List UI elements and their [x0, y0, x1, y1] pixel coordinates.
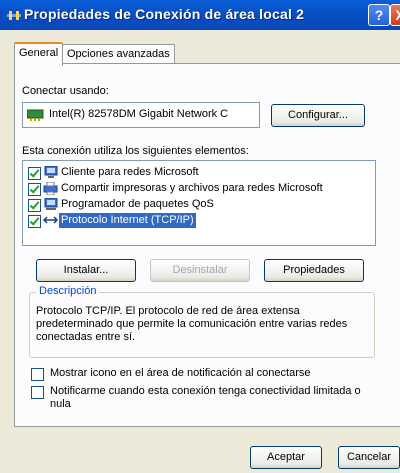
description-title: Descripción: [36, 285, 100, 297]
title-bar[interactable]: Propiedades de Conexión de área local 2 …: [0, 0, 400, 30]
accept-button[interactable]: Aceptar: [250, 446, 322, 469]
connect-using-label: Conectar usando:: [22, 85, 109, 97]
components-label: Esta conexión utiliza los siguientes ele…: [22, 145, 249, 157]
list-item-label: Compartir impresoras y archivos para red…: [61, 182, 323, 194]
cancel-button[interactable]: Cancelar: [338, 446, 400, 469]
close-button[interactable]: X: [390, 4, 400, 26]
show-tray-icon-label: Mostrar icono en el área de notificación…: [50, 367, 311, 379]
network-connection-icon: [7, 11, 21, 20]
file-printer-sharing-icon: [43, 182, 58, 195]
sharing-checkbox[interactable]: [28, 183, 41, 196]
qos-scheduler-icon: [44, 198, 58, 210]
network-client-icon: [44, 166, 58, 178]
properties-button[interactable]: Propiedades: [264, 259, 364, 282]
qos-checkbox[interactable]: [28, 199, 41, 212]
tab-general[interactable]: General: [14, 42, 64, 66]
device-name: Intel(R) 82578DM Gigabit Network C: [49, 108, 229, 120]
notify-limited-label: Notificarme cuando esta conexión tenga c…: [50, 385, 361, 410]
list-item-label: Protocolo Internet (TCP/IP): [59, 213, 196, 228]
tab-advanced-options[interactable]: Opciones avanzadas: [62, 44, 175, 64]
configure-button[interactable]: Configurar...: [271, 104, 365, 127]
list-item[interactable]: Cliente para redes Microsoft: [23, 165, 363, 180]
list-item-label: Programador de paquetes QoS: [61, 198, 214, 210]
notify-limited-checkbox[interactable]: [31, 386, 44, 399]
uninstall-button[interactable]: Desinstalar: [150, 259, 250, 282]
install-button[interactable]: Instalar...: [36, 259, 136, 282]
show-tray-icon-checkbox[interactable]: [31, 368, 44, 381]
components-list[interactable]: Cliente para redes Microsoft Compartir i…: [22, 160, 376, 246]
tcpip-checkbox[interactable]: [28, 215, 41, 228]
help-button[interactable]: ?: [368, 4, 390, 26]
list-item[interactable]: Programador de paquetes QoS: [23, 197, 363, 212]
list-item-selected[interactable]: Protocolo Internet (TCP/IP): [23, 213, 363, 228]
device-field: Intel(R) 82578DM Gigabit Network C: [22, 102, 260, 128]
list-item-label: Cliente para redes Microsoft: [61, 166, 199, 178]
protocol-icon: [43, 216, 59, 224]
list-item[interactable]: Compartir impresoras y archivos para red…: [23, 181, 363, 196]
network-adapter-icon: [27, 109, 44, 121]
client-checkbox[interactable]: [28, 167, 41, 180]
window-title: Propiedades de Conexión de área local 2: [24, 6, 305, 22]
description-text: Protocolo TCP/IP. El protocolo de red de…: [36, 305, 348, 343]
